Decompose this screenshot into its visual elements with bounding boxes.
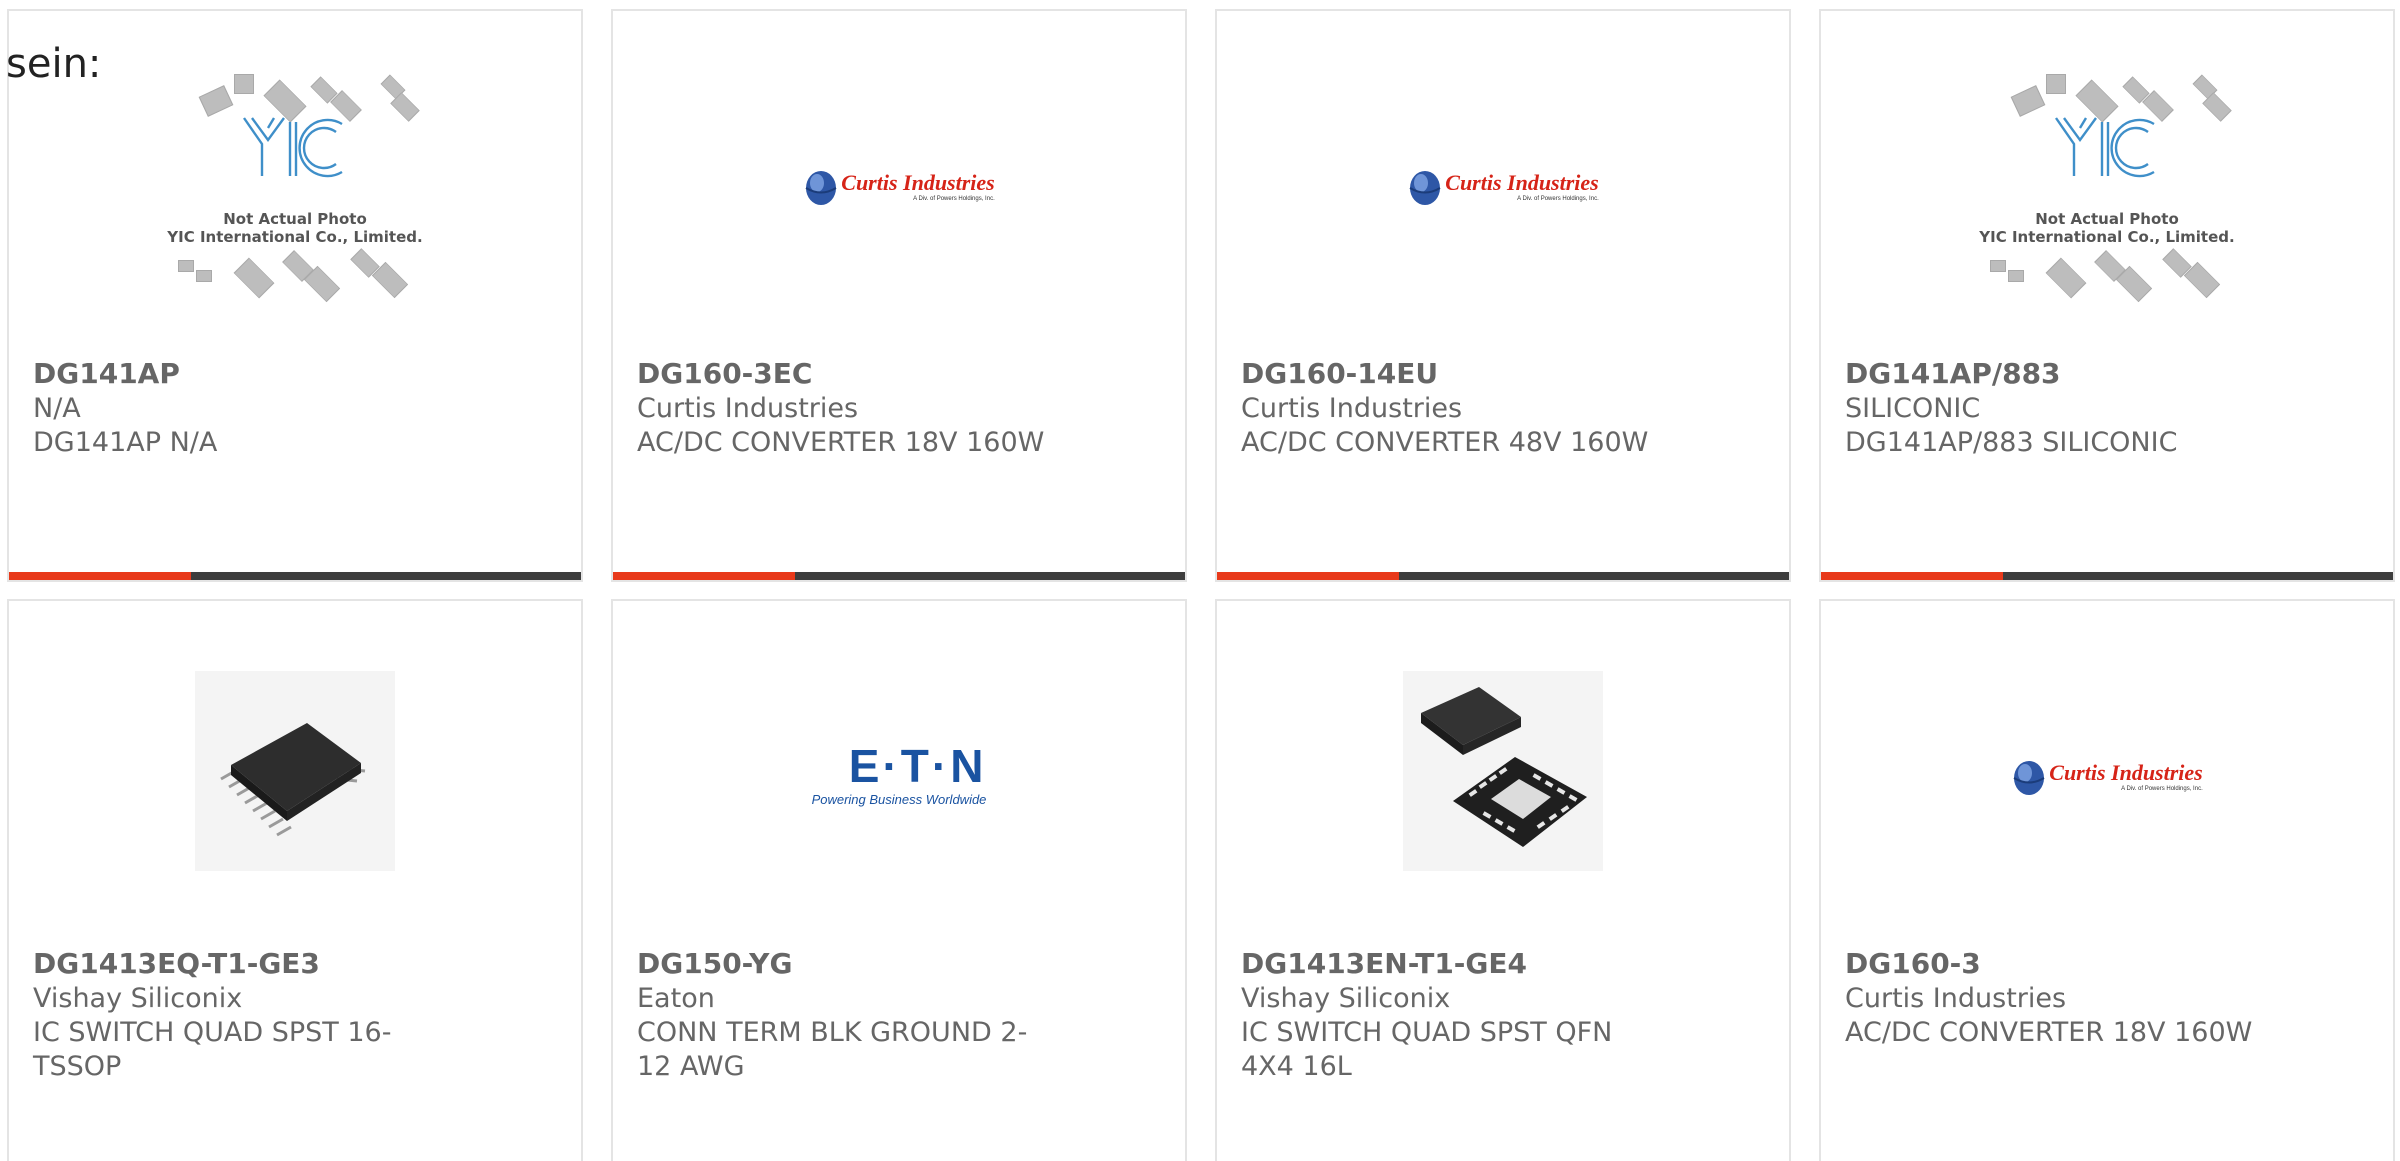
- product-card[interactable]: Curtis Industries A Div. of Powers Holdi…: [611, 9, 1187, 582]
- yic-caption-2: YIC International Co., Limited.: [167, 228, 423, 246]
- manufacturer: Curtis Industries: [1241, 393, 1463, 424]
- manufacturer: Curtis Industries: [637, 393, 859, 424]
- description: AC/DC CONVERTER 18V 160W: [637, 427, 1045, 458]
- card-bottom-bar: [1821, 572, 2393, 580]
- eaton-name: E·T·N: [848, 740, 987, 792]
- card-bottom-bar: [613, 572, 1185, 580]
- product-card[interactable]: E·T·N Powering Business Worldwide DG150-…: [611, 599, 1187, 1161]
- product-info: DG141AP N/A DG141AP N/A: [33, 356, 453, 460]
- qfn-chip-photo: [1403, 671, 1603, 871]
- manufacturer: Vishay Siliconix: [1241, 983, 1451, 1014]
- product-info: DG160-14EU Curtis Industries AC/DC CONVE…: [1241, 356, 1661, 460]
- product-info: DG1413EN-T1-GE4 Vishay Siliconix IC SWIT…: [1241, 946, 1661, 1084]
- part-number[interactable]: DG160-3: [1845, 946, 2265, 982]
- card-bottom-bar: [9, 572, 581, 580]
- product-info: DG141AP/883 SILICONIC DG141AP/883 SILICO…: [1845, 356, 2265, 460]
- yic-placeholder-logo: Not Actual Photo YIC International Co., …: [1972, 64, 2242, 304]
- curtis-name: Curtis Industries: [2049, 760, 2203, 785]
- card-bottom-bar: [1217, 572, 1789, 580]
- yic-caption-2: YIC International Co., Limited.: [1979, 228, 2235, 246]
- curtis-sub: A Div. of Powers Holdings, Inc.: [2121, 786, 2203, 792]
- product-info: DG1413EQ-T1-GE3 Vishay Siliconix IC SWIT…: [33, 946, 453, 1084]
- yic-placeholder-logo: Not Actual Photo YIC International Co., …: [160, 64, 430, 304]
- curtis-sub: A Div. of Powers Holdings, Inc.: [913, 196, 995, 202]
- product-card[interactable]: DG1413EQ-T1-GE3 Vishay Siliconix IC SWIT…: [7, 599, 583, 1161]
- globe-icon: [2013, 761, 2045, 795]
- curtis-industries-logo: Curtis Industries A Div. of Powers Holdi…: [2011, 757, 2203, 797]
- product-image[interactable]: [9, 601, 581, 941]
- product-card[interactable]: Curtis Industries A Div. of Powers Holdi…: [1215, 9, 1791, 582]
- description: AC/DC CONVERTER 48V 160W: [1241, 427, 1649, 458]
- curtis-name: Curtis Industries: [1445, 170, 1599, 195]
- product-image[interactable]: Curtis Industries A Div. of Powers Holdi…: [1217, 11, 1789, 351]
- product-card[interactable]: Not Actual Photo YIC International Co., …: [1819, 9, 2395, 582]
- yic-logo-icon: [2055, 117, 2155, 178]
- product-image[interactable]: Curtis Industries A Div. of Powers Holdi…: [1821, 601, 2393, 941]
- product-info: DG150-YG Eaton CONN TERM BLK GROUND 2-12…: [637, 946, 1057, 1084]
- manufacturer: Curtis Industries: [1845, 983, 2067, 1014]
- manufacturer: N/A: [33, 393, 81, 424]
- yic-caption-1: Not Actual Photo: [2035, 210, 2179, 228]
- manufacturer: Eaton: [637, 983, 715, 1014]
- manufacturer: SILICONIC: [1845, 393, 1981, 424]
- product-grid-page: sein: Not Actual Photo YIC International…: [0, 0, 2400, 1161]
- product-card[interactable]: DG1413EN-T1-GE4 Vishay Siliconix IC SWIT…: [1215, 599, 1791, 1161]
- product-image[interactable]: Not Actual Photo YIC International Co., …: [1821, 11, 2393, 351]
- description: DG141AP N/A: [33, 427, 218, 458]
- description: IC SWITCH QUAD SPST QFN 4X4 16L: [1241, 1017, 1613, 1082]
- part-number[interactable]: DG160-14EU: [1241, 356, 1661, 392]
- curtis-name: Curtis Industries: [841, 170, 995, 195]
- product-card[interactable]: Curtis Industries A Div. of Powers Holdi…: [1819, 599, 2395, 1161]
- manufacturer: Vishay Siliconix: [33, 983, 243, 1014]
- product-card[interactable]: Not Actual Photo YIC International Co., …: [7, 9, 583, 582]
- product-info: DG160-3 Curtis Industries AC/DC CONVERTE…: [1845, 946, 2265, 1050]
- eaton-logo: E·T·N Powering Business Worldwide: [812, 742, 987, 808]
- eaton-tagline: Powering Business Worldwide: [811, 792, 987, 807]
- product-info: DG160-3EC Curtis Industries AC/DC CONVER…: [637, 356, 1057, 460]
- part-number[interactable]: DG1413EN-T1-GE4: [1241, 946, 1661, 982]
- curtis-sub: A Div. of Powers Holdings, Inc.: [1517, 196, 1599, 202]
- curtis-industries-logo: Curtis Industries A Div. of Powers Holdi…: [803, 167, 995, 207]
- part-number[interactable]: DG141AP: [33, 356, 453, 392]
- globe-icon: [1409, 171, 1441, 205]
- product-image[interactable]: Curtis Industries A Div. of Powers Holdi…: [613, 11, 1185, 351]
- description: AC/DC CONVERTER 18V 160W: [1845, 1017, 2253, 1048]
- part-number[interactable]: DG160-3EC: [637, 356, 1057, 392]
- description: DG141AP/883 SILICONIC: [1845, 427, 2178, 458]
- product-image[interactable]: E·T·N Powering Business Worldwide: [613, 601, 1185, 941]
- globe-icon: [805, 171, 837, 205]
- yic-logo-icon: [243, 117, 343, 178]
- tssop-chip-photo: [195, 671, 395, 871]
- description: IC SWITCH QUAD SPST 16-TSSOP: [33, 1017, 392, 1082]
- part-number[interactable]: DG150-YG: [637, 946, 1057, 982]
- part-number[interactable]: DG141AP/883: [1845, 356, 2265, 392]
- curtis-industries-logo: Curtis Industries A Div. of Powers Holdi…: [1407, 167, 1599, 207]
- yic-caption-1: Not Actual Photo: [223, 210, 367, 228]
- lead-text: sein:: [6, 41, 102, 87]
- product-image[interactable]: [1217, 601, 1789, 941]
- description: CONN TERM BLK GROUND 2-12 AWG: [637, 1017, 1028, 1082]
- part-number[interactable]: DG1413EQ-T1-GE3: [33, 946, 453, 982]
